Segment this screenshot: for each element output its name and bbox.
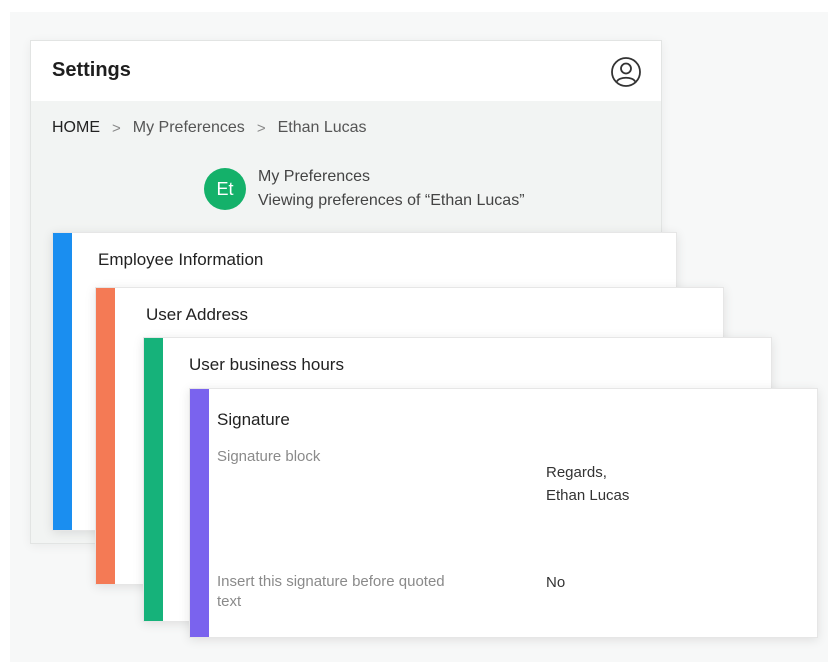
insert-signature-label: Insert this signature before quoted text — [217, 573, 445, 610]
profile-heading: My Preferences — [258, 168, 371, 185]
signature-block-value[interactable]: Regards, Ethan Lucas — [546, 461, 629, 507]
avatar: Et — [204, 168, 246, 210]
card-title: Signature — [217, 410, 290, 429]
breadcrumb-ethan-lucas: Ethan Lucas — [277, 119, 367, 136]
breadcrumb: HOME > My Preferences > Ethan Lucas — [52, 119, 367, 137]
card-accent-bar — [190, 389, 209, 637]
profile-text: My Preferences Viewing preferences of “E… — [258, 165, 525, 213]
card-accent-bar — [96, 288, 115, 584]
card-title: User business hours — [189, 355, 344, 374]
chevron-right-icon: > — [256, 119, 266, 137]
card-accent-bar — [53, 233, 72, 530]
signature-block-label: Signature block — [217, 448, 321, 465]
breadcrumb-home[interactable]: HOME — [52, 119, 100, 137]
card-title: Employee Information — [98, 250, 264, 269]
settings-header: Settings — [31, 41, 661, 101]
signature-card[interactable]: Signature Signature block Regards, Ethan… — [189, 388, 818, 638]
user-circle-icon[interactable] — [610, 56, 642, 88]
breadcrumb-my-preferences[interactable]: My Preferences — [133, 119, 245, 137]
profile-summary: Et My Preferences Viewing preferences of… — [204, 165, 525, 213]
profile-subtitle: Viewing preferences of “Ethan Lucas” — [258, 192, 525, 209]
chevron-right-icon: > — [112, 119, 121, 137]
page-title: Settings — [52, 59, 131, 81]
card-accent-bar — [144, 338, 163, 621]
insert-signature-value[interactable]: No — [546, 571, 565, 594]
card-title: User Address — [146, 305, 249, 324]
